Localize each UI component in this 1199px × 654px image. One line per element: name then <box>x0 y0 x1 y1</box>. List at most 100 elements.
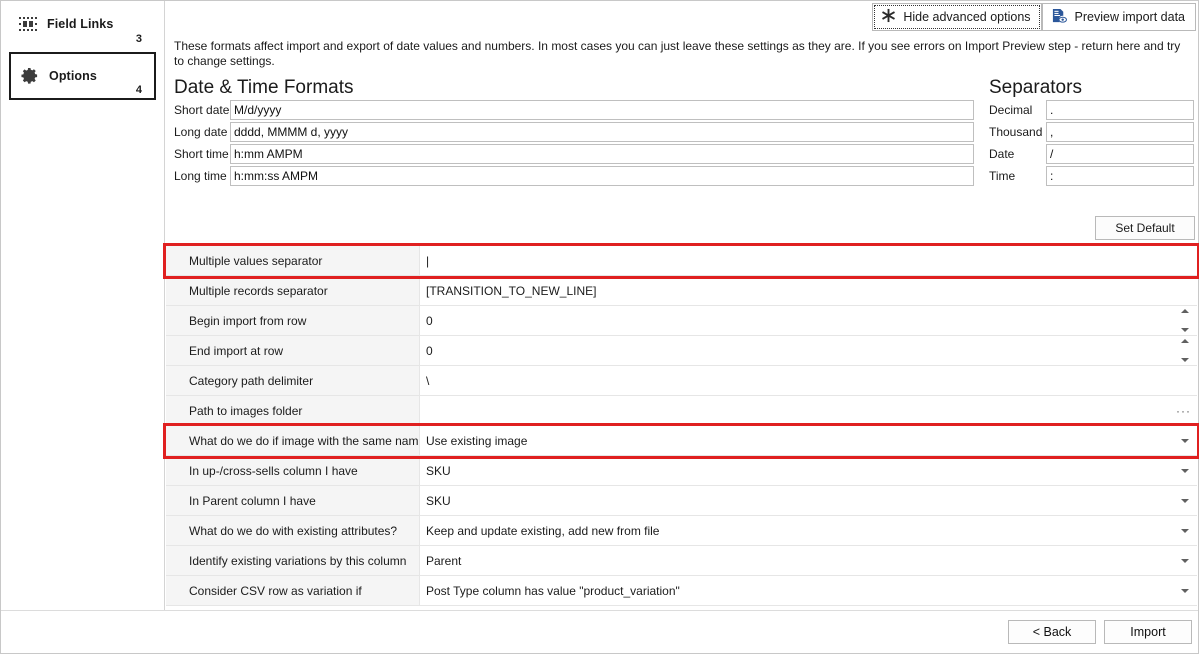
settings-row[interactable]: Multiple records separator[TRANSITION_TO… <box>166 276 1197 306</box>
long-time-row: Long time <box>174 166 974 186</box>
settings-row[interactable]: Multiple values separator | <box>166 246 1197 276</box>
chevron-down-icon[interactable] <box>1181 529 1189 533</box>
settings-row-value[interactable]: [TRANSITION_TO_NEW_LINE] <box>420 276 1197 305</box>
date-separator-label: Date <box>989 147 1046 161</box>
number-stepper[interactable] <box>1179 339 1191 362</box>
separators-title: Separators <box>989 77 1082 99</box>
decimal-input[interactable] <box>1046 100 1194 120</box>
chevron-up-icon[interactable] <box>1181 309 1189 313</box>
import-button[interactable]: Import <box>1104 620 1192 644</box>
settings-row-value[interactable]: | <box>420 246 1197 275</box>
settings-row-value-text: Post Type column has value "product_vari… <box>426 584 680 598</box>
settings-row-value[interactable]: SKU <box>420 456 1197 485</box>
chevron-down-icon[interactable] <box>1181 469 1189 473</box>
date-separator-input[interactable] <box>1046 144 1194 164</box>
main-panel: These formats affect import and export o… <box>166 32 1198 612</box>
sidebar-item-field-links[interactable]: Field Links 3 <box>9 5 156 43</box>
settings-row-value-text: 0 <box>426 344 433 358</box>
settings-row-value[interactable]: ··· <box>420 396 1197 425</box>
long-date-label: Long date <box>174 125 230 139</box>
time-separator-input[interactable] <box>1046 166 1194 186</box>
browse-ellipsis-button[interactable]: ··· <box>1176 404 1191 418</box>
settings-row-value-text: [TRANSITION_TO_NEW_LINE] <box>426 284 596 298</box>
chevron-up-icon[interactable] <box>1181 339 1189 343</box>
date-separator-row: Date <box>989 144 1194 164</box>
settings-row-value-text: | <box>426 254 429 268</box>
short-time-label: Short time <box>174 147 230 161</box>
date-time-formats-title: Date & Time Formats <box>174 77 354 99</box>
settings-row[interactable]: End import at row 0 <box>166 336 1197 366</box>
settings-row[interactable]: Category path delimiter\ <box>166 366 1197 396</box>
chevron-down-icon[interactable] <box>1181 589 1189 593</box>
settings-row-label: What do we do if image with the same nam… <box>166 426 420 455</box>
settings-row[interactable]: Consider CSV row as variation if Post Typ… <box>166 576 1197 606</box>
sidebar-item-number: 4 <box>136 84 142 96</box>
settings-row-label: Consider CSV row as variation if <box>166 576 420 605</box>
settings-row-value[interactable]: Keep and update existing, add new from f… <box>420 516 1197 545</box>
long-time-label: Long time <box>174 169 230 183</box>
short-date-label: Short date <box>174 103 230 117</box>
settings-row[interactable]: Begin import from row 0 <box>166 306 1197 336</box>
short-time-input[interactable] <box>230 144 974 164</box>
settings-row-value-text: Use existing image <box>426 434 527 448</box>
settings-row-label: End import at row <box>166 336 420 365</box>
settings-row-value-text: SKU <box>426 464 451 478</box>
sidebar-item-options[interactable]: Options 4 <box>9 52 156 100</box>
hide-advanced-options-button[interactable]: Hide advanced options <box>872 3 1041 31</box>
settings-row-value[interactable]: Post Type column has value "product_vari… <box>420 576 1197 605</box>
settings-row-label: Begin import from row <box>166 306 420 335</box>
settings-row[interactable]: Path to images folder ··· <box>166 396 1197 426</box>
chevron-down-icon[interactable] <box>1181 328 1189 332</box>
settings-row-label: What do we do with existing attributes? <box>166 516 420 545</box>
field-links-icon <box>17 13 39 35</box>
settings-row[interactable]: What do we do with existing attributes?K… <box>166 516 1197 546</box>
sidebar-item-label: Field Links <box>47 17 113 31</box>
settings-row-label: Multiple values separator <box>166 246 420 275</box>
settings-row[interactable]: In up-/cross-sells column I have SKU <box>166 456 1197 486</box>
toolbar: Hide advanced options Preview import dat… <box>872 3 1196 31</box>
short-time-row: Short time <box>174 144 974 164</box>
settings-row-label: Path to images folder <box>166 396 420 425</box>
settings-row-value[interactable]: Use existing image <box>420 426 1197 455</box>
asterisk-icon <box>881 8 896 26</box>
import-options-window: Field Links 3 Options 4 ? Help <box>0 0 1199 654</box>
settings-row[interactable]: In Parent column I have SKU <box>166 486 1197 516</box>
settings-row[interactable]: What do we do if image with the same nam… <box>166 426 1197 456</box>
decimal-row: Decimal <box>989 100 1194 120</box>
long-date-row: Long date <box>174 122 974 142</box>
settings-grid: Multiple values separator | Multiple recor… <box>166 245 1197 606</box>
long-time-input[interactable] <box>230 166 974 186</box>
thousand-row: Thousand <box>989 122 1194 142</box>
preview-import-data-label: Preview import data <box>1075 10 1185 24</box>
back-button[interactable]: < Back <box>1008 620 1096 644</box>
chevron-down-icon[interactable] <box>1181 439 1189 443</box>
settings-row-value-text: SKU <box>426 494 451 508</box>
short-date-row: Short date <box>174 100 974 120</box>
decimal-label: Decimal <box>989 103 1046 117</box>
time-separator-label: Time <box>989 169 1046 183</box>
number-stepper[interactable] <box>1179 309 1191 332</box>
thousand-label: Thousand <box>989 125 1046 139</box>
settings-row-label: In up-/cross-sells column I have <box>166 456 420 485</box>
long-date-input[interactable] <box>230 122 974 142</box>
thousand-input[interactable] <box>1046 122 1194 142</box>
settings-row-value[interactable]: Parent <box>420 546 1197 575</box>
sidebar: Field Links 3 Options 4 ? Help <box>1 1 165 653</box>
short-date-input[interactable] <box>230 100 974 120</box>
time-separator-row: Time <box>989 166 1194 186</box>
chevron-down-icon[interactable] <box>1181 559 1189 563</box>
settings-row-value[interactable]: 0 <box>420 306 1197 335</box>
preview-import-data-button[interactable]: Preview import data <box>1042 3 1196 31</box>
gear-icon <box>19 65 41 87</box>
intro-text: These formats affect import and export o… <box>174 39 1189 68</box>
settings-row-value-text: 0 <box>426 314 433 328</box>
settings-row-value[interactable]: 0 <box>420 336 1197 365</box>
settings-row[interactable]: Identify existing variations by this col… <box>166 546 1197 576</box>
chevron-down-icon[interactable] <box>1181 358 1189 362</box>
chevron-down-icon[interactable] <box>1181 499 1189 503</box>
settings-row-label: In Parent column I have <box>166 486 420 515</box>
settings-row-label: Category path delimiter <box>166 366 420 395</box>
set-default-button[interactable]: Set Default <box>1095 216 1195 240</box>
settings-row-value[interactable]: \ <box>420 366 1197 395</box>
settings-row-value[interactable]: SKU <box>420 486 1197 515</box>
